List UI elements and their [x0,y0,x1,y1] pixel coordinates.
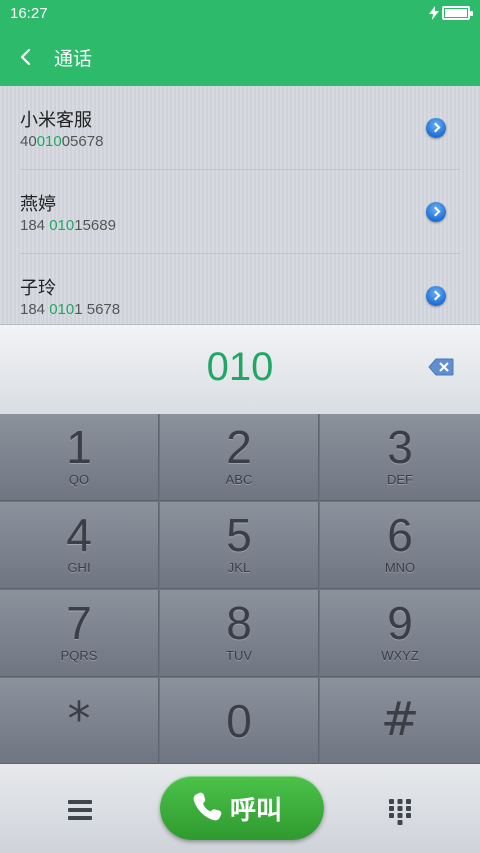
call-label: 呼叫 [230,796,283,826]
chevron-left-icon[interactable] [14,44,40,70]
key-2[interactable]: 2 ABC [160,414,319,501]
key-letters: WXYZ [381,648,419,663]
key-hash[interactable]: # [320,678,480,764]
key-digit: 4 [66,509,92,561]
keypad-icon[interactable] [388,798,412,826]
menu-icon[interactable] [68,800,92,820]
contact-detail-icon[interactable] [426,118,446,138]
key-letters: TUV [226,648,252,663]
key-digit: 7 [66,597,92,649]
key-0[interactable]: 0 [160,678,319,764]
status-time: 16:27 [10,5,48,22]
bottom-bar: 呼叫 [0,764,480,853]
battery-icon [442,6,473,20]
contact-number: 184 01015689 [20,217,116,234]
key-letters: MNO [384,560,416,575]
key-digit: 9 [387,597,413,649]
key-letters: ABC [225,472,253,487]
status-bar: 16:27 [0,0,480,28]
key-digit: 1 [66,421,92,473]
key-letters: PQRS [60,648,98,663]
dialed-number: 010 [206,345,274,389]
contact-detail-icon[interactable] [426,286,446,306]
key-6[interactable]: 6 MNO [320,502,480,589]
dial-display: 010 [0,324,480,415]
key-letters: JKL [227,560,251,575]
dial-keypad: 1 QO 2 ABC 3 DEF 4 GHI 5 JKL 6 MNO 7 PQR… [0,414,480,764]
key-3[interactable]: 3 DEF [320,414,480,501]
charging-icon [429,6,439,20]
key-9[interactable]: 9 WXYZ [320,590,480,677]
contact-name: 子玲 [20,278,56,299]
search-results-list: 小米客服 4001005678 燕婷 184 01015689 子玲 184 0… [0,86,480,326]
key-star[interactable]: * [0,678,159,764]
phone-icon [193,792,222,821]
key-4[interactable]: 4 GHI [0,502,159,589]
key-digit: 2 [226,421,252,473]
list-item[interactable]: 小米客服 4001005678 [0,86,480,170]
contact-name: 小米客服 [20,110,92,131]
key-8[interactable]: 8 TUV [160,590,319,677]
key-letters: GHI [67,560,91,575]
key-5[interactable]: 5 JKL [160,502,319,589]
key-digit: * [67,692,91,746]
key-digit: 0 [226,695,252,747]
list-item[interactable]: 燕婷 184 01015689 [0,170,480,254]
key-digit: 3 [387,421,413,473]
contact-number: 184 0101 5678 [20,301,121,318]
key-letters: QO [68,472,90,487]
key-digit: 5 [226,509,252,561]
key-digit: 8 [226,597,252,649]
key-1[interactable]: 1 QO [0,414,159,501]
key-letters: DEF [387,472,413,487]
key-7[interactable]: 7 PQRS [0,590,159,677]
key-digit: # [380,692,420,746]
contact-number: 4001005678 [20,133,104,150]
title-bar: 通话 [0,28,480,86]
backspace-icon[interactable] [428,358,454,376]
call-button[interactable]: 呼叫 [160,776,324,840]
key-digit: 6 [387,509,413,561]
page-title: 通话 [54,48,93,70]
contact-name: 燕婷 [20,194,56,215]
contact-detail-icon[interactable] [426,202,446,222]
